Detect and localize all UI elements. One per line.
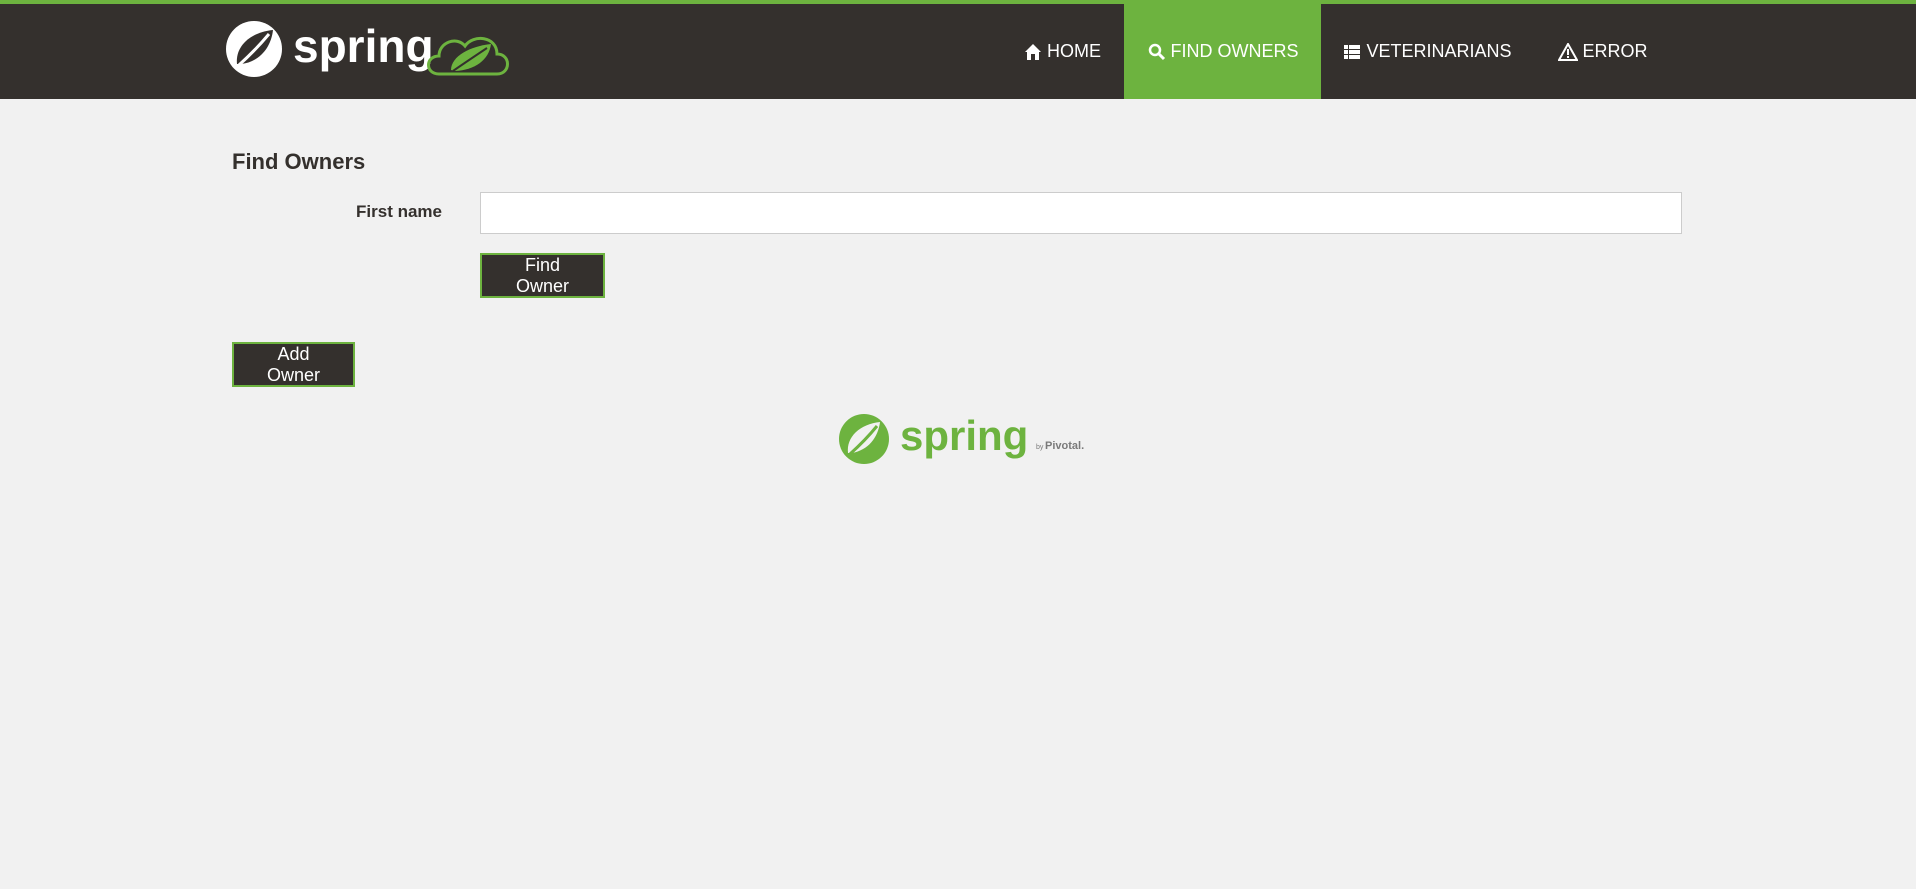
nav-find-owners-label: FIND OWNERS [1170, 41, 1299, 61]
list-icon [1342, 42, 1362, 62]
nav-error-label: ERROR [1582, 41, 1648, 61]
find-owner-button[interactable]: Find Owner [480, 253, 605, 298]
nav-home-label: HOME [1047, 41, 1101, 61]
nav-veterinarians[interactable]: VETERINARIANS [1321, 4, 1533, 99]
spring-logo[interactable]: spring [225, 18, 515, 80]
home-icon [1023, 42, 1043, 62]
warning-icon [1558, 42, 1579, 62]
add-owner-button[interactable]: Add Owner [232, 342, 355, 387]
nav-find-owners[interactable]: FIND OWNERS [1124, 4, 1321, 99]
nav-home[interactable]: HOME [1000, 4, 1124, 99]
footer-brand-word: spring [900, 412, 1028, 459]
search-icon [1147, 42, 1167, 62]
brand-word: spring [293, 20, 434, 72]
first-name-input[interactable] [480, 192, 1682, 234]
page-title: Find Owners [232, 149, 366, 174]
top-navbar: spring HOME FIND OWNERS VETERINARIANS ER… [0, 0, 1916, 99]
nav-error[interactable]: ERROR [1533, 4, 1673, 99]
nav-veterinarians-label: VETERINARIANS [1366, 41, 1512, 61]
footer-spring-logo: spring by Pivotal. [838, 412, 1090, 466]
footer-company: Pivotal. [1045, 440, 1084, 452]
footer-by: by [1036, 444, 1044, 451]
main-nav: HOME FIND OWNERS VETERINARIANS ERROR [1000, 4, 1673, 99]
first-name-label: First name [356, 202, 442, 221]
